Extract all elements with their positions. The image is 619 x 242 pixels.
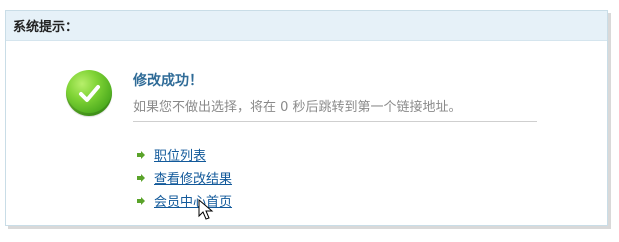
member-home-link[interactable]: 会员中心首页 — [154, 191, 232, 210]
arrow-icon — [136, 150, 146, 160]
message-content: 修改成功！ 如果您不做出选择，将在 0 秒后跳转到第一个链接地址。 职位列表 查 — [6, 42, 607, 225]
system-message-panel: 系统提示： 修改成功！ 如果您不做出选择，将在 0 秒后跳转到第一个链接地址。 … — [5, 10, 608, 226]
check-mark-icon — [79, 85, 100, 102]
arrow-icon — [136, 173, 146, 183]
view-result-link[interactable]: 查看修改结果 — [154, 168, 232, 187]
panel-header: 系统提示： — [6, 11, 607, 41]
panel-title: 系统提示： — [13, 20, 79, 35]
list-item[interactable]: 会员中心首页 — [136, 189, 386, 212]
list-item[interactable]: 职位列表 — [136, 143, 386, 166]
redirect-message: 如果您不做出选择，将在 0 秒后跳转到第一个链接地址。 — [133, 99, 537, 122]
list-item[interactable]: 查看修改结果 — [136, 166, 386, 189]
arrow-icon — [136, 196, 146, 206]
check-icon — [66, 70, 112, 116]
link-list: 职位列表 查看修改结果 会员中心首页 — [136, 143, 386, 212]
message-block: 修改成功！ 如果您不做出选择，将在 0 秒后跳转到第一个链接地址。 — [133, 72, 537, 122]
job-list-link[interactable]: 职位列表 — [154, 145, 206, 164]
mouse-cursor-icon — [198, 198, 214, 221]
success-title: 修改成功！ — [133, 73, 203, 89]
